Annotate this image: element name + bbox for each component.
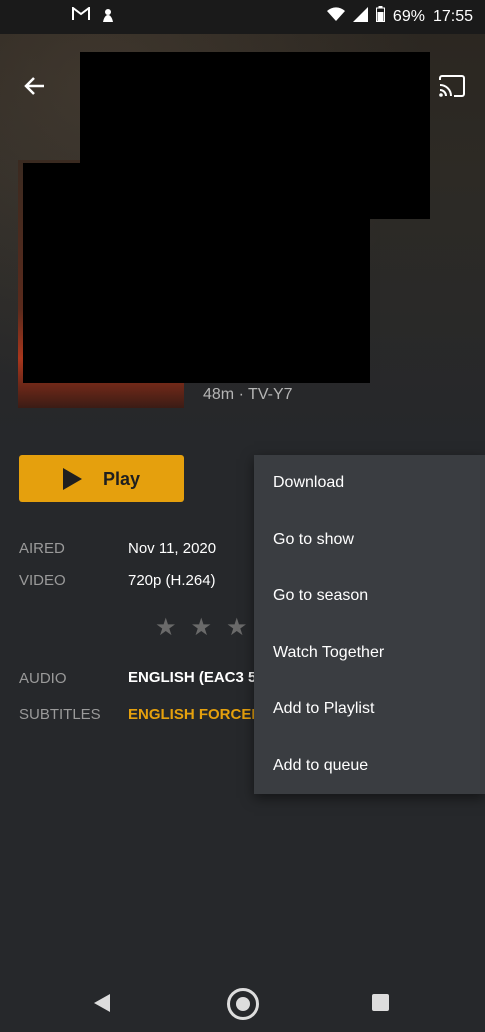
status-bar: 69% 17:55	[0, 0, 485, 34]
aired-label: AIRED	[19, 540, 65, 557]
notification-icon	[100, 7, 116, 28]
subtitles-label: SUBTITLES	[19, 706, 101, 723]
wifi-icon	[326, 7, 345, 26]
video-value: 720p (H.264)	[128, 572, 216, 589]
menu-item-add-to-queue[interactable]: Add to queue	[254, 738, 485, 795]
star-icon[interactable]: ★	[155, 616, 177, 640]
menu-item-add-to-playlist[interactable]: Add to Playlist	[254, 681, 485, 738]
episode-meta: 48m · TV-Y7	[203, 386, 293, 403]
menu-item-download[interactable]: Download	[254, 455, 485, 512]
signal-icon	[352, 6, 368, 27]
menu-item-go-to-season[interactable]: Go to season	[254, 568, 485, 625]
play-button[interactable]: Play	[19, 455, 184, 502]
star-icon[interactable]: ★	[191, 616, 213, 640]
play-button-label: Play	[103, 469, 141, 489]
play-icon	[63, 468, 82, 490]
redacted-region	[23, 163, 370, 383]
nav-back-icon[interactable]	[94, 994, 110, 1012]
menu-item-watch-together[interactable]: Watch Together	[254, 625, 485, 682]
nav-recents-icon[interactable]	[372, 994, 389, 1011]
audio-value[interactable]: ENGLISH (EAC3 5	[128, 669, 256, 686]
back-button[interactable]	[18, 72, 50, 104]
context-menu: Download Go to show Go to season Watch T…	[254, 455, 485, 794]
cast-icon	[438, 74, 466, 102]
clock: 17:55	[432, 7, 473, 25]
gmail-icon	[72, 6, 90, 28]
video-label: VIDEO	[19, 572, 66, 589]
star-icon[interactable]: ★	[226, 616, 248, 640]
aired-value: Nov 11, 2020	[128, 540, 217, 557]
battery-icon	[375, 6, 385, 27]
system-nav-bar	[0, 976, 485, 1032]
menu-item-go-to-show[interactable]: Go to show	[254, 512, 485, 569]
arrow-left-icon	[23, 76, 45, 101]
subtitles-value[interactable]: ENGLISH FORCED	[128, 706, 262, 723]
rating-stars[interactable]: ★ ★ ★	[155, 616, 248, 640]
cast-button[interactable]	[436, 72, 468, 104]
battery-percent: 69%	[392, 7, 425, 25]
nav-home-icon[interactable]	[227, 988, 259, 1020]
audio-label: AUDIO	[19, 670, 67, 687]
